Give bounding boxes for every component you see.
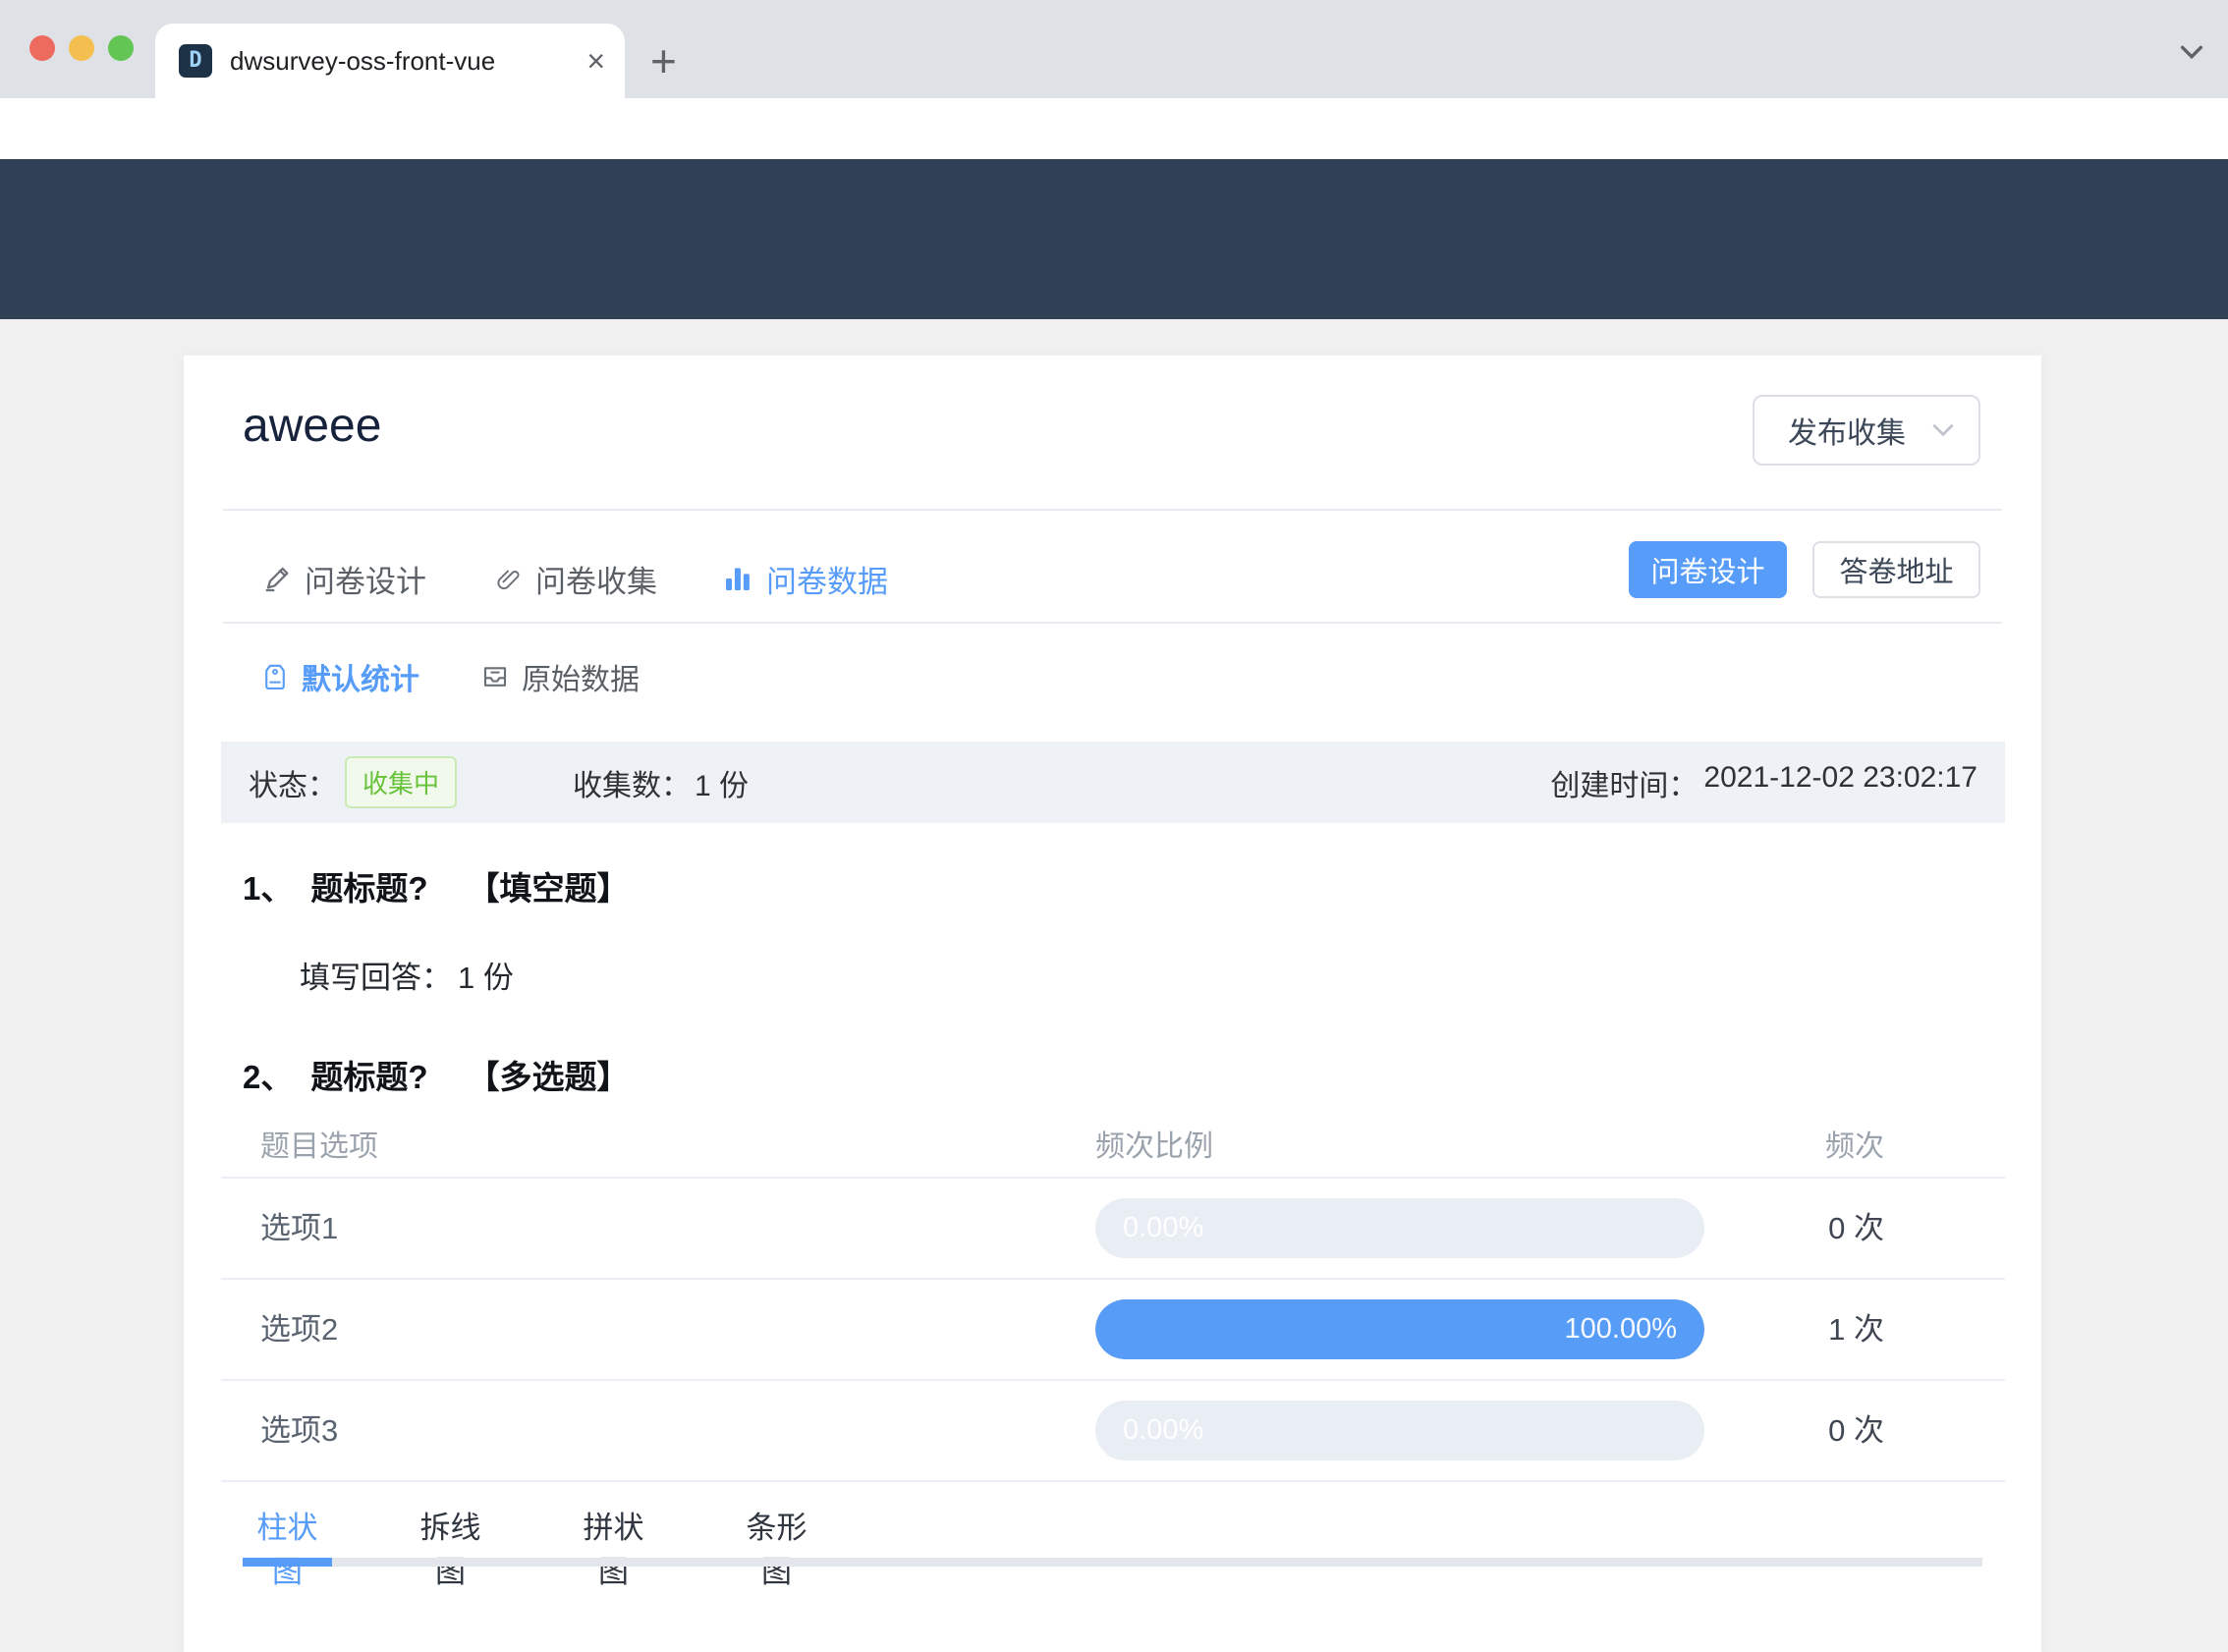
publish-collect-dropdown[interactable]: 发布收集: [1753, 395, 1980, 466]
survey-tabs: 问卷设计 问卷收集 问卷数据: [260, 535, 888, 622]
chart-tab-bar[interactable]: 条形图: [732, 1503, 821, 1591]
answer-url-button[interactable]: 答卷地址: [1812, 541, 1980, 598]
tab-label: 问卷收集: [535, 564, 657, 599]
frequency-value: 0 次: [1828, 1413, 1884, 1448]
tab-close-icon[interactable]: ×: [586, 45, 605, 77]
browser-window: D dwsurvey-oss-front-vue × + localhost:8…: [0, 0, 2228, 1652]
table-row: 选项2 100.00% 1 次: [221, 1280, 2005, 1381]
publish-collect-label: 发布收集: [1788, 417, 1906, 450]
progress-bar: 100.00%: [1095, 1299, 1704, 1359]
percent-label: 0.00%: [1123, 1212, 1204, 1243]
status-badge: 收集中: [345, 756, 458, 808]
chart-tab-column[interactable]: 柱状图: [243, 1503, 332, 1591]
tab-search-chevron-icon[interactable]: [2177, 37, 2206, 67]
app-header: DIAOWEN 调问 OSS 我的问卷 个人中心 用户管理 service@di…: [0, 159, 2228, 478]
survey-title: aweee: [243, 400, 382, 452]
tag-icon: [265, 664, 285, 689]
collect-count-value: 1 份: [695, 769, 750, 802]
table-row: 选项1 0.00% 0 次: [221, 1179, 2005, 1280]
tab-title: dwsurvey-oss-front-vue: [230, 45, 496, 76]
question-1-answer: 填写回答： 1 份: [300, 953, 514, 997]
tab-strip: D dwsurvey-oss-front-vue × +: [0, 0, 2228, 98]
divider: [223, 622, 2002, 624]
question-text: 题标题?: [310, 870, 428, 907]
chart-tab-line[interactable]: 拆线图: [406, 1503, 495, 1591]
chevron-down-icon: [1929, 416, 1957, 444]
question-index: 2、: [243, 1059, 294, 1095]
created-time-value: 2021-12-02 23:02:17: [1703, 760, 1977, 794]
status-label: 状态：: [249, 769, 337, 802]
status-bar: 状态： 收集中 收集数： 1 份 创建时间： 2021-12-02 23:02:…: [221, 742, 2005, 823]
column-header-frequency: 频次: [1825, 1130, 1884, 1163]
link-icon: [497, 570, 520, 590]
favicon-icon: D: [179, 44, 212, 78]
chart-tab-pie[interactable]: 拼状图: [569, 1503, 658, 1591]
frequency-table: 题目选项 频次比例 频次 选项1 0.00% 0 次 选项2 100.00% 1…: [221, 1108, 2005, 1482]
answer-label: 填写回答：: [300, 961, 452, 995]
tab-survey-design[interactable]: 问卷设计: [260, 557, 426, 601]
progress-bar: 0.00%: [1095, 1401, 1704, 1460]
chart-tabs-active-underline: [243, 1558, 332, 1567]
subtab-label: 默认统计: [302, 664, 419, 696]
edit-pencil-icon: [265, 567, 289, 592]
browser-tab[interactable]: D dwsurvey-oss-front-vue ×: [155, 24, 625, 98]
stats-subtabs: 默认统计 原始数据: [260, 655, 640, 698]
answer-value: 1 份: [458, 961, 514, 995]
subtab-default-stats[interactable]: 默认统计: [260, 655, 419, 698]
tab-label: 问卷数据: [766, 564, 888, 599]
minimize-window-button[interactable]: [69, 35, 94, 61]
new-tab-button[interactable]: +: [650, 38, 677, 83]
subtab-raw-data[interactable]: 原始数据: [480, 655, 640, 698]
tab-survey-collect[interactable]: 问卷收集: [491, 557, 657, 601]
tab-label: 问卷设计: [305, 564, 426, 599]
percent-label: 0.00%: [1123, 1414, 1204, 1446]
chart-tabs-track: [243, 1558, 1982, 1567]
url-toolbar: localhost:8083/#/dw/survey/d/chart/c98fa…: [0, 98, 2228, 250]
option-label: 选项3: [260, 1413, 339, 1448]
subtab-label: 原始数据: [522, 664, 640, 696]
close-window-button[interactable]: [29, 35, 55, 61]
design-survey-button[interactable]: 问卷设计: [1629, 541, 1787, 598]
zoom-window-button[interactable]: [108, 35, 134, 61]
divider: [223, 509, 2002, 511]
survey-card: aweee 发布收集 问卷设计 问卷收集 问卷数据 问卷设计 答卷地址 默认统计…: [184, 356, 2041, 1652]
table-header-row: 题目选项 频次比例 频次: [221, 1108, 2005, 1179]
question-type: 【多选题】: [467, 1059, 630, 1095]
question-type: 【填空题】: [467, 870, 630, 907]
progress-bar: 0.00%: [1095, 1198, 1704, 1258]
created-time-label: 创建时间：: [1550, 769, 1699, 802]
frequency-value: 1 次: [1828, 1312, 1884, 1347]
question-1-title: 1、 题标题? 【填空题】: [243, 862, 630, 909]
question-index: 1、: [243, 870, 294, 907]
tab-survey-data[interactable]: 问卷数据: [722, 557, 888, 601]
option-label: 选项1: [260, 1211, 339, 1245]
inbox-icon: [483, 667, 507, 687]
frequency-value: 0 次: [1828, 1211, 1884, 1245]
option-label: 选项2: [260, 1312, 339, 1347]
question-2-title: 2、 题标题? 【多选题】: [243, 1051, 630, 1098]
column-header-option: 题目选项: [260, 1130, 378, 1163]
column-header-ratio: 频次比例: [1095, 1130, 1213, 1163]
table-row: 选项3 0.00% 0 次: [221, 1381, 2005, 1482]
percent-label: 100.00%: [1564, 1313, 1678, 1345]
chart-type-tabs: 柱状图 拆线图 拼状图 条形图: [243, 1503, 821, 1591]
question-text: 题标题?: [310, 1059, 428, 1095]
collect-count-label: 收集数：: [573, 769, 692, 802]
bar-chart-icon: [726, 568, 750, 590]
